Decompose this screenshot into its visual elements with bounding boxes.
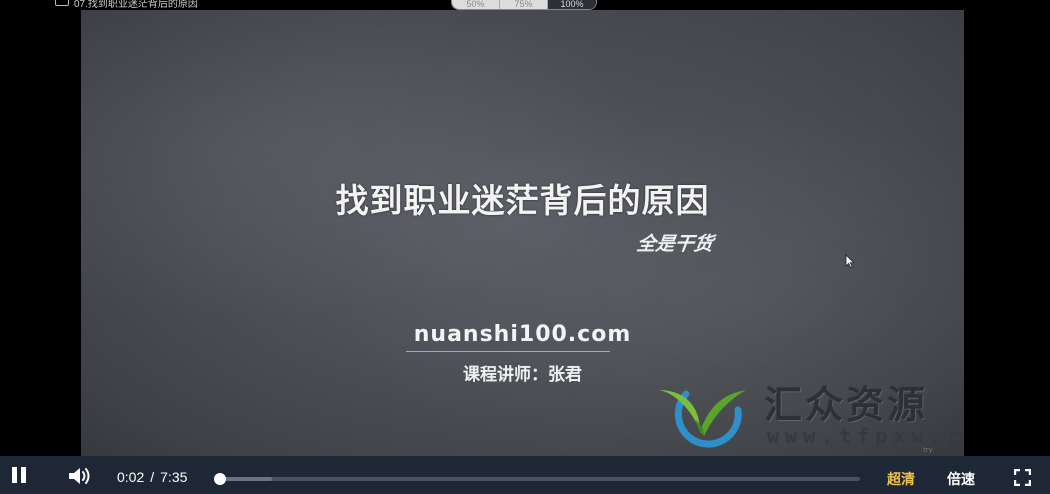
fullscreen-icon[interactable] — [1014, 469, 1031, 486]
watermark-small-text: try — [923, 446, 933, 454]
slide-site-url: nuanshi100.com — [413, 322, 632, 347]
progress-bar[interactable] — [213, 473, 860, 485]
player-control-bar: 0:02 / 7:35 超清 倍速 — [0, 456, 1050, 494]
mouse-cursor-icon — [845, 254, 855, 268]
url-underline — [406, 351, 610, 352]
pause-button[interactable] — [10, 466, 28, 484]
window-icon — [55, 0, 69, 6]
slide-subtitle: 全是干货 — [635, 233, 715, 255]
zoom-option-75[interactable]: 75% — [500, 0, 548, 9]
window-title: 07.找到职业迷茫背后的原因 — [74, 0, 198, 10]
time-display: 0:02 / 7:35 — [117, 469, 187, 485]
watermark-title: 汇众资源 — [764, 383, 929, 427]
top-strip: 07.找到职业迷茫背后的原因 50% 75% 100% — [0, 0, 1050, 10]
current-time: 0:02 — [117, 469, 145, 485]
zoom-option-100[interactable]: 100% — [548, 0, 596, 9]
speed-button[interactable]: 倍速 — [947, 469, 975, 489]
volume-icon[interactable] — [67, 466, 91, 486]
time-separator: / — [150, 469, 155, 485]
pause-icon — [12, 467, 17, 483]
quality-button[interactable]: 超清 — [887, 469, 915, 489]
watermark-logo-icon — [658, 390, 746, 448]
slide-title: 找到职业迷茫背后的原因 — [335, 181, 710, 220]
zoom-selector: 50% 75% 100% — [451, 0, 597, 10]
zoom-option-50[interactable]: 50% — [452, 0, 500, 9]
watermark-url: www.tfpxw.com — [767, 424, 964, 448]
duration: 7:35 — [160, 469, 188, 485]
video-frame[interactable]: 找到职业迷茫背后的原因 全是干货 nuanshi100.com 课程讲师：张君 … — [81, 10, 964, 456]
progress-handle[interactable] — [213, 473, 226, 485]
